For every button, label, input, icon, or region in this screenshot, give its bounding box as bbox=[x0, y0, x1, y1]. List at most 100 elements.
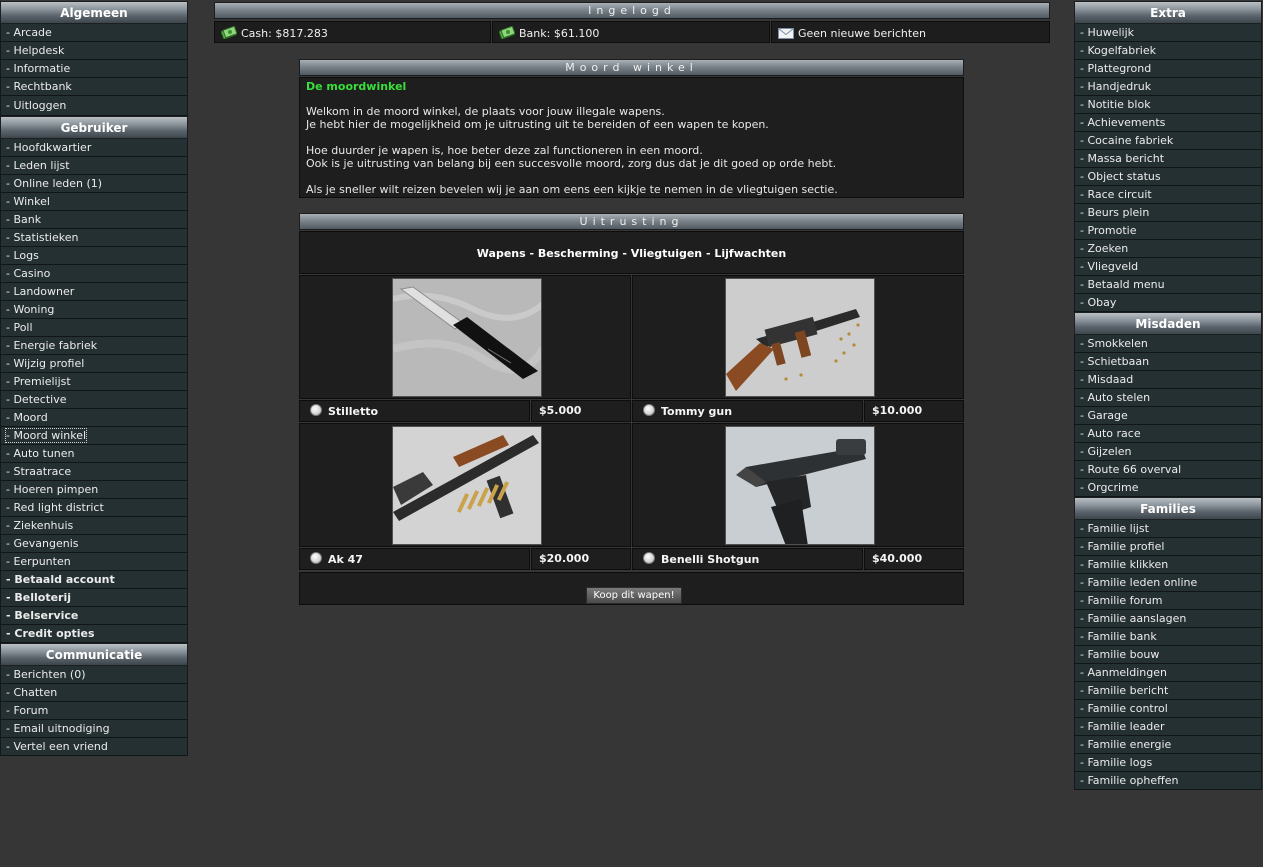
menu-item-energie-fabriek[interactable]: - Energie fabriek bbox=[0, 337, 188, 355]
menu-item-rechtbank[interactable]: - Rechtbank bbox=[0, 78, 188, 96]
menu-item-hoeren-pimpen[interactable]: - Hoeren pimpen bbox=[0, 481, 188, 499]
menu-item-familie-lijst[interactable]: - Familie lijst bbox=[1074, 520, 1262, 538]
menu-item-aanmeldingen[interactable]: - Aanmeldingen bbox=[1074, 664, 1262, 682]
menu-item-moord-winkel[interactable]: - Moord winkel bbox=[0, 427, 188, 445]
weapon-image-cell bbox=[632, 423, 964, 547]
menu-item-familie-klikken[interactable]: - Familie klikken bbox=[1074, 556, 1262, 574]
category-link-bescherming[interactable]: Bescherming bbox=[538, 247, 619, 260]
menu-item-email-uitnodiging[interactable]: - Email uitnodiging bbox=[0, 720, 188, 738]
menu-item-huwelijk[interactable]: - Huwelijk bbox=[1074, 24, 1262, 42]
menu-item-online-leden-1[interactable]: - Online leden (1) bbox=[0, 175, 188, 193]
messages-status[interactable]: Geen nieuwe berichten bbox=[771, 21, 1050, 43]
menu-item-auto-tunen[interactable]: - Auto tunen bbox=[0, 445, 188, 463]
menu-item-familie-bericht[interactable]: - Familie bericht bbox=[1074, 682, 1262, 700]
menu-item-handjedruk[interactable]: - Handjedruk bbox=[1074, 78, 1262, 96]
menu-item-familie-aanslagen[interactable]: - Familie aanslagen bbox=[1074, 610, 1262, 628]
menu-item-label: - Familie bericht bbox=[1080, 684, 1169, 697]
weapon-option-benelli-shotgun[interactable]: Benelli Shotgun bbox=[632, 548, 863, 570]
menu-item-route-66-overval[interactable]: - Route 66 overval bbox=[1074, 461, 1262, 479]
menu-item-credit-opties[interactable]: - Credit opties bbox=[0, 625, 188, 643]
menu-item-vertel-een-vriend[interactable]: - Vertel een vriend bbox=[0, 738, 188, 756]
weapon-option-stilletto[interactable]: Stilletto bbox=[299, 400, 530, 422]
menu-item-massa-bericht[interactable]: - Massa bericht bbox=[1074, 150, 1262, 168]
menu-item-ziekenhuis[interactable]: - Ziekenhuis bbox=[0, 517, 188, 535]
menu-item-auto-race[interactable]: - Auto race bbox=[1074, 425, 1262, 443]
menu-item-helpdesk[interactable]: - Helpdesk bbox=[0, 42, 188, 60]
menu-item-label: - Winkel bbox=[6, 195, 50, 208]
menu-item-plattegrond[interactable]: - Plattegrond bbox=[1074, 60, 1262, 78]
envelope-icon[interactable] bbox=[778, 24, 794, 48]
menu-item-bank[interactable]: - Bank bbox=[0, 211, 188, 229]
category-link-lijfwachten[interactable]: Lijfwachten bbox=[714, 247, 786, 260]
menu-item-kogelfabriek[interactable]: - Kogelfabriek bbox=[1074, 42, 1262, 60]
menu-item-gevangenis[interactable]: - Gevangenis bbox=[0, 535, 188, 553]
menu-item-notitie-blok[interactable]: - Notitie blok bbox=[1074, 96, 1262, 114]
menu-item-familie-bank[interactable]: - Familie bank bbox=[1074, 628, 1262, 646]
menu-item-poll[interactable]: - Poll bbox=[0, 319, 188, 337]
menu-item-beurs-plein[interactable]: - Beurs plein bbox=[1074, 204, 1262, 222]
menu-item-familie-logs[interactable]: - Familie logs bbox=[1074, 754, 1262, 772]
menu-item-familie-opheffen[interactable]: - Familie opheffen bbox=[1074, 772, 1262, 790]
menu-item-woning[interactable]: - Woning bbox=[0, 301, 188, 319]
weapon-radio[interactable] bbox=[643, 404, 655, 416]
menu-item-obay[interactable]: - Obay bbox=[1074, 294, 1262, 312]
menu-item-belservice[interactable]: - Belservice bbox=[0, 607, 188, 625]
messages-value[interactable]: Geen nieuwe berichten bbox=[798, 27, 926, 40]
menu-item-belloterij[interactable]: - Belloterij bbox=[0, 589, 188, 607]
menu-item-familie-control[interactable]: - Familie control bbox=[1074, 700, 1262, 718]
menu-item-straatrace[interactable]: - Straatrace bbox=[0, 463, 188, 481]
menu-item-garage[interactable]: - Garage bbox=[1074, 407, 1262, 425]
menu-item-promotie[interactable]: - Promotie bbox=[1074, 222, 1262, 240]
menu-item-label: - Straatrace bbox=[6, 465, 72, 478]
menu-item-hoofdkwartier[interactable]: - Hoofdkwartier bbox=[0, 139, 188, 157]
menu-item-familie-energie[interactable]: - Familie energie bbox=[1074, 736, 1262, 754]
menu-item-moord[interactable]: - Moord bbox=[0, 409, 188, 427]
menu-item-cocaine-fabriek[interactable]: - Cocaine fabriek bbox=[1074, 132, 1262, 150]
weapon-name: Tommy gun bbox=[661, 405, 733, 418]
menu-item-smokkelen[interactable]: - Smokkelen bbox=[1074, 335, 1262, 353]
category-link-wapens[interactable]: Wapens bbox=[477, 247, 526, 260]
menu-item-berichten-0[interactable]: - Berichten (0) bbox=[0, 666, 188, 684]
weapon-option-ak47[interactable]: Ak 47 bbox=[299, 548, 530, 570]
menu-item-object-status[interactable]: - Object status bbox=[1074, 168, 1262, 186]
menu-item-zoeken[interactable]: - Zoeken bbox=[1074, 240, 1262, 258]
menu-item-statistieken[interactable]: - Statistieken bbox=[0, 229, 188, 247]
menu-item-wijzig-profiel[interactable]: - Wijzig profiel bbox=[0, 355, 188, 373]
menu-item-winkel[interactable]: - Winkel bbox=[0, 193, 188, 211]
weapon-radio[interactable] bbox=[310, 552, 322, 564]
menu-item-informatie[interactable]: - Informatie bbox=[0, 60, 188, 78]
weapon-radio[interactable] bbox=[310, 404, 322, 416]
weapon-option-tommy-gun[interactable]: Tommy gun bbox=[632, 400, 863, 422]
menu-item-red-light-district[interactable]: - Red light district bbox=[0, 499, 188, 517]
menu-item-detective[interactable]: - Detective bbox=[0, 391, 188, 409]
menu-item-misdaad[interactable]: - Misdaad bbox=[1074, 371, 1262, 389]
menu-item-familie-leden-online[interactable]: - Familie leden online bbox=[1074, 574, 1262, 592]
buy-weapon-button[interactable]: Koop dit wapen! bbox=[586, 587, 682, 604]
menu-item-leden-lijst[interactable]: - Leden lijst bbox=[0, 157, 188, 175]
menu-item-familie-profiel[interactable]: - Familie profiel bbox=[1074, 538, 1262, 556]
menu-item-forum[interactable]: - Forum bbox=[0, 702, 188, 720]
menu-item-gijzelen[interactable]: - Gijzelen bbox=[1074, 443, 1262, 461]
category-link-vliegtuigen[interactable]: Vliegtuigen bbox=[631, 247, 702, 260]
weapon-radio[interactable] bbox=[643, 552, 655, 564]
menu-item-uitloggen[interactable]: - Uitloggen bbox=[0, 96, 188, 116]
menu-item-casino[interactable]: - Casino bbox=[0, 265, 188, 283]
menu-item-logs[interactable]: - Logs bbox=[0, 247, 188, 265]
menu-item-achievements[interactable]: - Achievements bbox=[1074, 114, 1262, 132]
menu-item-chatten[interactable]: - Chatten bbox=[0, 684, 188, 702]
menu-item-familie-leader[interactable]: - Familie leader bbox=[1074, 718, 1262, 736]
menu-item-familie-forum[interactable]: - Familie forum bbox=[1074, 592, 1262, 610]
status-title: Ingelogd bbox=[214, 2, 1050, 19]
menu-item-vliegveld[interactable]: - Vliegveld bbox=[1074, 258, 1262, 276]
menu-item-betaald-menu[interactable]: - Betaald menu bbox=[1074, 276, 1262, 294]
menu-item-arcade[interactable]: - Arcade bbox=[0, 24, 188, 42]
menu-item-premielijst[interactable]: - Premielijst bbox=[0, 373, 188, 391]
menu-item-auto-stelen[interactable]: - Auto stelen bbox=[1074, 389, 1262, 407]
menu-item-betaald-account[interactable]: - Betaald account bbox=[0, 571, 188, 589]
menu-item-familie-bouw[interactable]: - Familie bouw bbox=[1074, 646, 1262, 664]
menu-item-schietbaan[interactable]: - Schietbaan bbox=[1074, 353, 1262, 371]
menu-item-race-circuit[interactable]: - Race circuit bbox=[1074, 186, 1262, 204]
menu-item-landowner[interactable]: - Landowner bbox=[0, 283, 188, 301]
menu-item-eerpunten[interactable]: - Eerpunten bbox=[0, 553, 188, 571]
menu-item-orgcrime[interactable]: - Orgcrime bbox=[1074, 479, 1262, 497]
